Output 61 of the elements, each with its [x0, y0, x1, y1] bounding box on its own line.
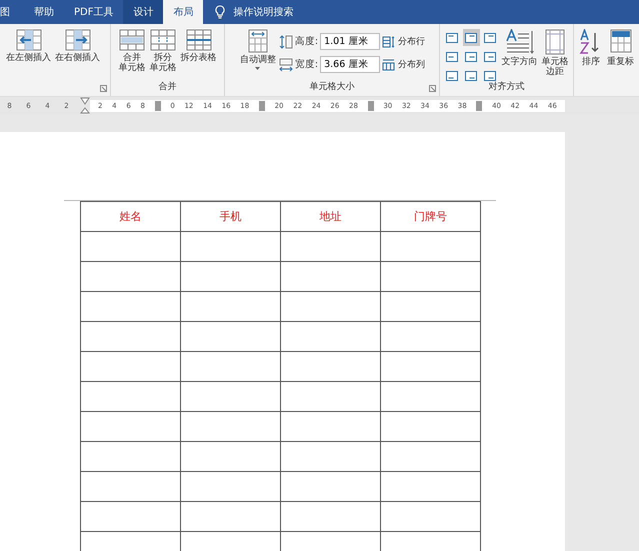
ribbon-button[interactable]: 重复标	[606, 27, 635, 70]
dialog-launcher-icon[interactable]	[100, 85, 107, 92]
ribbon-button[interactable]: 拆分 单元格	[148, 27, 178, 76]
ribbon-button[interactable]: 分布列	[382, 58, 426, 71]
column-marker[interactable]	[154, 101, 161, 111]
column-marker[interactable]	[368, 101, 374, 111]
column-marker[interactable]	[258, 101, 265, 111]
ribbon-button[interactable]: 自动调整	[238, 27, 277, 72]
table-insert-icon	[16, 29, 42, 51]
table-grid-icon	[186, 29, 212, 51]
table-grid-icon	[150, 29, 176, 51]
ribbon-button[interactable]: 文字方向	[500, 27, 538, 70]
text-align-icon	[465, 32, 477, 42]
text-align-icon	[465, 52, 477, 62]
table-header-cell: 地址	[280, 202, 380, 232]
distribute-rows-icon	[382, 36, 396, 48]
ribbon-tab[interactable]: 布局	[163, 0, 204, 24]
distribute-columns-icon	[382, 58, 396, 70]
dialog-launcher-icon[interactable]	[429, 85, 436, 92]
spin-field[interactable]: 3.66 厘米	[320, 56, 380, 73]
ribbon-tab[interactable]: 图	[0, 0, 24, 24]
group-label: 单元格大小	[310, 80, 354, 94]
autofit-icon	[248, 29, 268, 53]
ribbon-tab[interactable]: 帮助	[24, 0, 64, 24]
column-marker[interactable]	[476, 101, 482, 111]
table-header-cell: 门牌号	[380, 202, 480, 232]
ribbon-button[interactable]: 在左侧插入	[5, 27, 52, 66]
table-insert-icon	[64, 29, 90, 51]
cell-margins-icon	[545, 29, 565, 55]
text-align-icon	[465, 70, 477, 80]
ribbon-button[interactable]: 拆分表格	[180, 27, 218, 66]
text-align-icon	[446, 52, 458, 62]
text-align-icon	[484, 52, 496, 62]
align-button[interactable]	[462, 29, 480, 46]
group-label: 合并	[158, 80, 176, 94]
ribbon-button[interactable]: 排序	[578, 27, 604, 70]
ribbon-button[interactable]: 分布行	[382, 35, 426, 48]
ribbon-button[interactable]: 合并 单元格	[118, 27, 146, 76]
group-label: 对齐方式	[488, 80, 524, 94]
spin-field[interactable]: 1.01 厘米	[320, 33, 380, 50]
table-grid-icon	[119, 29, 145, 51]
row-height-icon	[278, 34, 293, 48]
table-header-icon	[610, 29, 632, 55]
column-width-icon	[278, 58, 293, 72]
table-header-cell: 手机	[180, 202, 280, 232]
field-label: 宽度:	[294, 58, 318, 71]
text-direction-icon	[504, 29, 534, 55]
ribbon-tab[interactable]: 设计	[123, 0, 164, 24]
field-label: 高度:	[294, 35, 318, 48]
text-align-icon	[484, 70, 496, 80]
ribbon-button[interactable]: 在右侧插入	[54, 27, 101, 66]
ribbon-button[interactable]: 单元格 边距	[540, 27, 570, 80]
text-align-icon	[484, 32, 496, 42]
ribbon-tab[interactable]: PDF工具	[64, 0, 124, 24]
tell-me-search[interactable]: 操作说明搜索	[233, 5, 294, 19]
text-align-icon	[446, 70, 458, 80]
lightbulb-icon	[215, 5, 226, 19]
table-header-cell: 姓名	[80, 202, 180, 232]
text-align-icon	[446, 32, 458, 42]
indent-marker-icon[interactable]	[80, 97, 90, 115]
caret-icon	[255, 67, 260, 70]
